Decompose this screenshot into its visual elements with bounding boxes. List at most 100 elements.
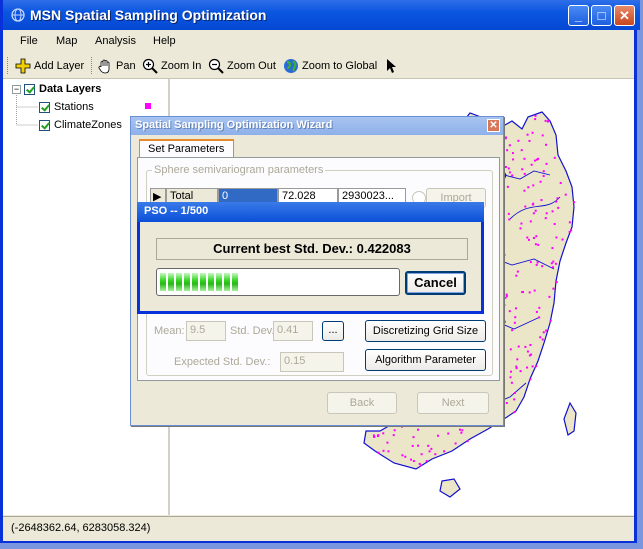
station-point bbox=[466, 440, 469, 443]
station-point bbox=[533, 289, 536, 292]
toolbar-grip[interactable] bbox=[7, 57, 11, 74]
station-point bbox=[511, 152, 514, 155]
group-label: Sphere semivariogram parameters bbox=[152, 164, 326, 176]
menu-file[interactable]: File bbox=[20, 35, 38, 47]
station-point bbox=[515, 274, 518, 277]
std-label: Std. Dev.: bbox=[230, 325, 278, 337]
station-point bbox=[561, 238, 564, 241]
status-bar: (-2648362.64, 6283058.324) bbox=[3, 516, 634, 541]
station-point bbox=[524, 345, 527, 348]
wizard-close-button[interactable]: ✕ bbox=[487, 119, 500, 132]
checkbox-icon[interactable] bbox=[39, 119, 50, 131]
station-point bbox=[551, 210, 554, 213]
menu-analysis[interactable]: Analysis bbox=[95, 35, 136, 47]
zoom-out-button[interactable]: Zoom Out bbox=[208, 57, 276, 75]
station-point bbox=[534, 209, 537, 212]
station-point bbox=[537, 243, 540, 246]
zoom-out-icon bbox=[208, 58, 224, 74]
station-point bbox=[564, 193, 567, 196]
discretizing-grid-size-button[interactable]: Discretizing Grid Size bbox=[365, 320, 486, 342]
tree-item-label: Stations bbox=[54, 101, 94, 113]
station-point bbox=[516, 358, 519, 361]
std-input[interactable]: 0.41 bbox=[273, 321, 313, 341]
station-point bbox=[416, 444, 419, 447]
station-point bbox=[528, 139, 531, 142]
menu-map[interactable]: Map bbox=[56, 35, 77, 47]
zoom-to-global-button[interactable]: Zoom to Global bbox=[283, 57, 377, 75]
add-layer-button[interactable]: Add Layer bbox=[15, 57, 84, 75]
stations-symbol-swatch bbox=[145, 103, 151, 109]
pan-button[interactable]: Pan bbox=[97, 57, 136, 75]
tab-set-parameters[interactable]: Set Parameters bbox=[139, 139, 234, 159]
station-point bbox=[534, 243, 537, 246]
toolbar: Add Layer Pan Zoom In Zoom Out Zoom to G… bbox=[3, 53, 634, 79]
station-point bbox=[526, 350, 529, 353]
window-title: MSN Spatial Sampling Optimization bbox=[30, 7, 267, 23]
station-point bbox=[393, 429, 396, 432]
checkbox-icon[interactable] bbox=[39, 101, 50, 113]
station-point bbox=[533, 159, 536, 162]
station-point bbox=[516, 270, 519, 273]
station-point bbox=[387, 450, 390, 453]
station-point bbox=[559, 181, 562, 184]
browse-button[interactable]: ... bbox=[322, 321, 344, 341]
title-bar[interactable]: MSN Spatial Sampling Optimization _ □ ✕ bbox=[3, 0, 640, 30]
station-point bbox=[507, 167, 510, 170]
station-point bbox=[526, 133, 529, 136]
progress-segment bbox=[216, 273, 222, 291]
station-point bbox=[508, 218, 511, 221]
station-point bbox=[541, 265, 544, 268]
station-point bbox=[513, 321, 516, 324]
station-point bbox=[542, 331, 545, 334]
menu-help[interactable]: Help bbox=[153, 35, 176, 47]
station-point bbox=[520, 222, 523, 225]
back-button[interactable]: Back bbox=[327, 392, 397, 414]
station-point bbox=[458, 428, 461, 431]
tree-item-stations[interactable]: Stations bbox=[39, 101, 94, 113]
wizard-title-bar[interactable]: Spatial Sampling Optimization Wizard ✕ bbox=[131, 117, 503, 135]
zoom-in-button[interactable]: Zoom In bbox=[142, 57, 201, 75]
station-point bbox=[545, 329, 548, 332]
pso-title-bar[interactable]: PSO -- 1/500 bbox=[137, 202, 484, 222]
station-point bbox=[505, 402, 508, 405]
close-button[interactable]: ✕ bbox=[614, 5, 635, 26]
pso-status-message: Current best Std. Dev.: 0.422083 bbox=[156, 238, 468, 260]
station-point bbox=[509, 370, 512, 373]
mean-input[interactable]: 9.5 bbox=[186, 321, 226, 341]
map-island-hainan bbox=[439, 478, 461, 498]
cancel-button[interactable]: Cancel bbox=[405, 271, 466, 295]
next-button[interactable]: Next bbox=[417, 392, 489, 414]
station-point bbox=[535, 235, 538, 238]
station-point bbox=[461, 429, 464, 432]
minimize-button[interactable]: _ bbox=[568, 5, 589, 26]
station-point bbox=[532, 184, 535, 187]
station-point bbox=[510, 381, 513, 384]
tree-item-climatezones[interactable]: ClimateZones bbox=[39, 119, 122, 131]
progress-segment bbox=[224, 273, 230, 291]
globe-app-icon bbox=[11, 8, 25, 22]
station-point bbox=[568, 221, 571, 224]
station-point bbox=[504, 166, 507, 169]
station-point bbox=[539, 180, 542, 183]
expected-std-input[interactable]: 0.15 bbox=[280, 352, 344, 372]
station-point bbox=[417, 428, 420, 431]
station-point bbox=[376, 434, 379, 437]
station-point bbox=[541, 134, 544, 137]
maximize-button[interactable]: □ bbox=[591, 5, 612, 26]
station-point bbox=[411, 444, 414, 447]
algorithm-parameter-button[interactable]: Algorithm Parameter bbox=[365, 349, 486, 371]
station-point bbox=[427, 444, 430, 447]
station-point bbox=[546, 120, 549, 123]
station-point bbox=[538, 306, 541, 309]
station-point bbox=[555, 281, 558, 284]
station-point bbox=[536, 261, 539, 264]
station-point bbox=[539, 336, 542, 339]
progress-segment bbox=[208, 273, 214, 291]
progress-segment bbox=[192, 273, 198, 291]
station-point bbox=[511, 329, 514, 332]
station-point bbox=[551, 266, 554, 269]
toolbar-separator bbox=[91, 57, 93, 74]
select-pointer-button[interactable] bbox=[384, 57, 403, 75]
station-point bbox=[530, 163, 533, 166]
station-point bbox=[544, 217, 547, 220]
